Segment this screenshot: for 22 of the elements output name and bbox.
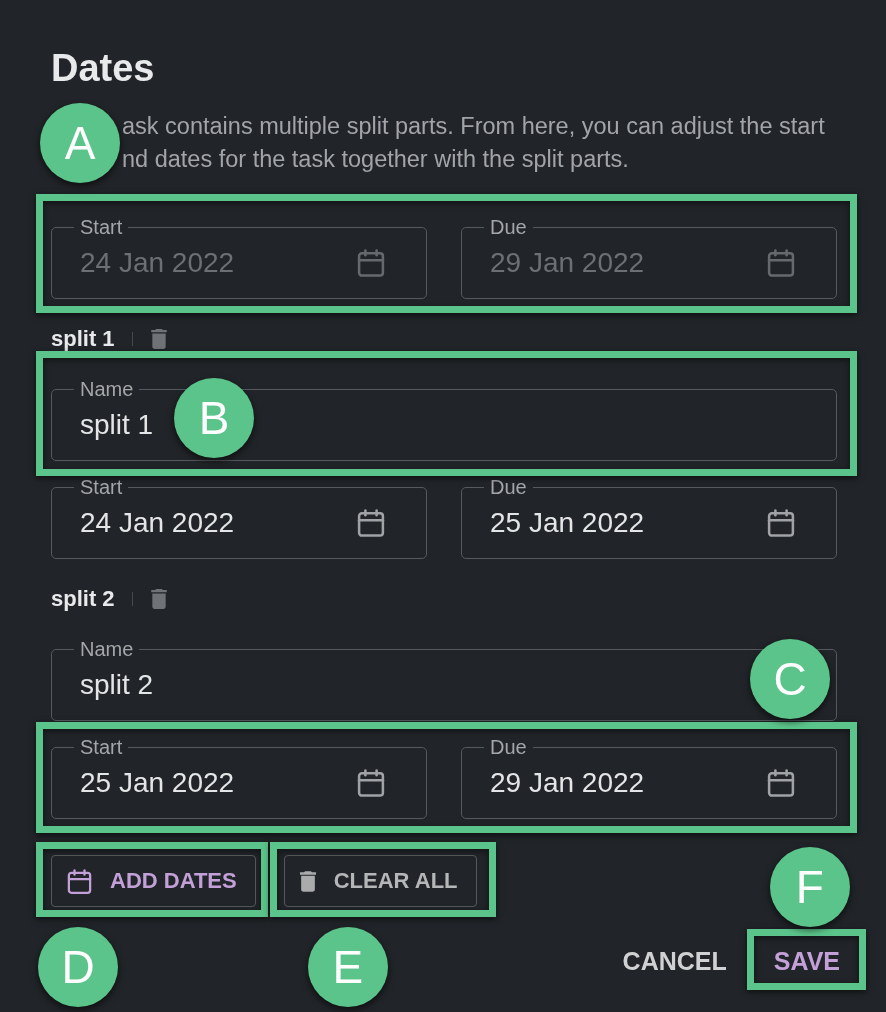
calendar-icon[interactable] xyxy=(767,509,795,537)
dialog-title: Dates xyxy=(51,48,156,88)
save-button[interactable]: SAVE xyxy=(757,939,856,983)
callout-marker: F xyxy=(769,847,850,927)
description-text: ask contains multiple split parts. From here, you can adjust the start nd dates for the task together with the split parts. xyxy=(122,112,825,174)
callout-marker: B xyxy=(174,378,254,458)
callout-marker: E xyxy=(307,927,388,1007)
calendar-icon[interactable] xyxy=(357,509,385,537)
calendar-icon xyxy=(67,868,92,894)
trash-icon[interactable] xyxy=(150,329,167,349)
clear-all-button[interactable]: CLEAR ALL xyxy=(283,855,477,907)
callout-marker: C xyxy=(750,639,830,719)
add-dates-button[interactable]: ADD DATES xyxy=(51,855,256,907)
callout-marker: D xyxy=(38,927,118,1007)
calendar-icon[interactable] xyxy=(767,769,795,797)
calendar-icon[interactable] xyxy=(357,769,385,797)
trash-icon[interactable] xyxy=(150,589,167,609)
cancel-button[interactable]: CANCEL xyxy=(606,939,743,983)
callout-marker: A xyxy=(40,103,120,183)
split-title: split 2 xyxy=(51,586,115,612)
trash-icon xyxy=(299,870,316,892)
split-title: split 1 xyxy=(51,326,115,352)
